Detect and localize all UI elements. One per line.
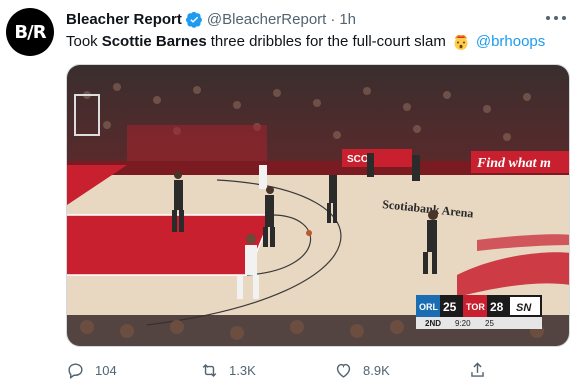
avatar-logo-text: B/R bbox=[14, 21, 46, 43]
reply-button[interactable]: 104 bbox=[66, 360, 117, 380]
game-clock: 9:20 bbox=[455, 319, 471, 328]
reply-count: 104 bbox=[95, 362, 117, 378]
author-handle[interactable]: @BleacherReport bbox=[207, 11, 326, 28]
author-name[interactable]: Bleacher Report bbox=[66, 11, 182, 28]
tweet-actions: 104 1.3K 8.9K bbox=[66, 360, 506, 380]
team2-label: TOR bbox=[466, 302, 485, 312]
video-frame: SCO Find what m Scotiabank Arena ORL 25 … bbox=[67, 65, 569, 346]
tweet-card[interactable]: B/R Bleacher Report @BleacherReport · 1h… bbox=[0, 0, 576, 389]
shot-clock: 25 bbox=[485, 319, 494, 328]
heart-icon bbox=[336, 363, 351, 378]
scoreboard: ORL 25 TOR 28 SN 2ND 9:20 25 bbox=[416, 295, 542, 329]
share-icon bbox=[471, 361, 484, 377]
separator-dot: · bbox=[330, 10, 336, 28]
retweet-icon bbox=[202, 363, 217, 377]
period-label: 2ND bbox=[425, 319, 441, 328]
retweet-button[interactable]: 1.3K bbox=[200, 360, 256, 380]
ad-board-right-text: Find what m bbox=[476, 156, 551, 171]
team1-score: 25 bbox=[443, 300, 457, 314]
tweet-text: Took Scottie Barnes three dribbles for t… bbox=[66, 32, 545, 51]
tweet-text-prefix: Took bbox=[66, 33, 98, 50]
mention-link[interactable]: @brhoops bbox=[476, 32, 545, 51]
video-media[interactable]: SCO Find what m Scotiabank Arena ORL 25 … bbox=[66, 64, 570, 347]
like-count: 8.9K bbox=[363, 362, 390, 378]
network-logo: SN bbox=[516, 302, 532, 314]
like-button[interactable]: 8.9K bbox=[334, 360, 390, 380]
tweet-header: Bleacher Report @BleacherReport · 1h bbox=[66, 9, 356, 29]
retweet-count: 1.3K bbox=[229, 362, 256, 378]
court-paint bbox=[67, 215, 272, 275]
avatar[interactable]: B/R bbox=[6, 8, 54, 56]
exploding-head-emoji-icon bbox=[454, 34, 468, 50]
more-options-icon[interactable] bbox=[546, 10, 566, 26]
share-button[interactable] bbox=[468, 360, 497, 380]
tweet-text-suffix: three dribbles for the full-court slam bbox=[210, 33, 446, 50]
team2-score: 28 bbox=[490, 300, 504, 314]
ad-board-left-text: SCO bbox=[347, 154, 369, 165]
timestamp[interactable]: 1h bbox=[339, 11, 356, 28]
team1-label: ORL bbox=[419, 302, 439, 312]
tweet-text-player: Scottie Barnes bbox=[101, 33, 207, 50]
verified-badge-icon bbox=[185, 11, 202, 28]
reply-icon bbox=[68, 362, 83, 379]
basketball bbox=[306, 230, 312, 236]
